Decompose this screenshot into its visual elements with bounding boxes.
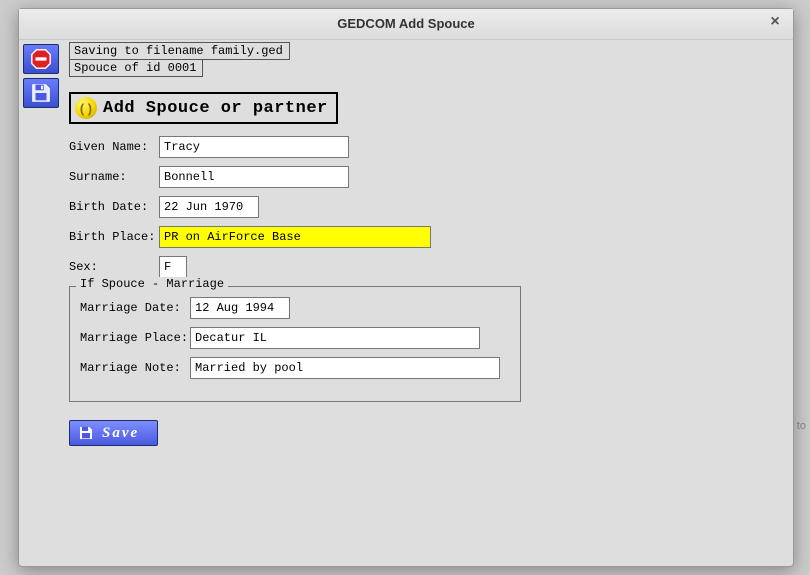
marriage-legend: If Spouce - Marriage	[76, 277, 228, 291]
save-button-label: Save	[102, 425, 139, 442]
sidebar	[23, 44, 63, 112]
save-button[interactable]: Save	[69, 420, 158, 446]
sex-field[interactable]	[159, 256, 187, 278]
label-marriage-place: Marriage Place:	[80, 331, 190, 345]
label-surname: Surname:	[69, 170, 159, 184]
close-icon: ×	[770, 13, 779, 30]
titlebar: GEDCOM Add Spouce ×	[19, 9, 793, 40]
birth-place-field[interactable]	[159, 226, 431, 248]
window-title: GEDCOM Add Spouce	[337, 16, 474, 31]
floppy-icon	[78, 425, 94, 441]
label-marriage-date: Marriage Date:	[80, 301, 190, 315]
sidebar-stop-button[interactable]	[23, 44, 59, 74]
status-spouse-id: Spouce of id 0001	[69, 59, 203, 77]
status-filename: Saving to filename family.ged	[69, 42, 290, 60]
stop-icon	[30, 48, 52, 70]
label-sex: Sex:	[69, 260, 159, 274]
rings-icon: ( )	[75, 97, 97, 119]
section-header: ( ) Add Spouce or partner	[69, 92, 338, 124]
marriage-date-field[interactable]	[190, 297, 290, 319]
birth-date-field[interactable]	[159, 196, 259, 218]
section-header-text: Add Spouce or partner	[103, 99, 328, 118]
sidebar-save-button[interactable]	[23, 78, 59, 108]
label-birth-date: Birth Date:	[69, 200, 159, 214]
label-marriage-note: Marriage Note:	[80, 361, 190, 375]
dialog-add-spouse: GEDCOM Add Spouce × Saving to filename f…	[18, 8, 794, 567]
given-name-field[interactable]	[159, 136, 349, 158]
label-birth-place: Birth Place:	[69, 230, 159, 244]
marriage-fieldset: If Spouce - Marriage Marriage Date: Marr…	[69, 286, 521, 402]
label-given-name: Given Name:	[69, 140, 159, 154]
marriage-note-field[interactable]	[190, 357, 500, 379]
surname-field[interactable]	[159, 166, 349, 188]
floppy-icon	[30, 82, 52, 104]
marriage-place-field[interactable]	[190, 327, 480, 349]
close-button[interactable]: ×	[765, 13, 785, 33]
form-content: Saving to filename family.ged Spouce of …	[69, 42, 783, 446]
